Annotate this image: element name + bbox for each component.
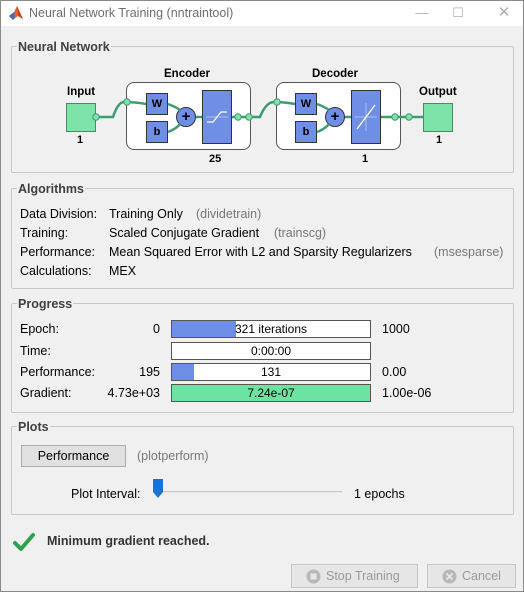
- performance-algo-value: Mean Squared Error with L2 and Sparsity …: [109, 245, 412, 259]
- data-division-value: Training Only: [109, 207, 183, 221]
- epoch-start: 0: [153, 322, 160, 336]
- performance-algo-label: Performance:: [20, 245, 96, 259]
- calculations-value: MEX: [109, 264, 137, 278]
- matlab-logo-icon: [9, 6, 23, 20]
- neural-network-panel: Neural Network Input 1 Encoder W b + 25 …: [11, 40, 514, 173]
- epoch-current: 321 iterations: [234, 322, 308, 336]
- performance-plot-fn: (plotperform): [137, 449, 209, 463]
- window-title: Neural Network Training (nntraintool): [29, 6, 234, 20]
- cancel-icon: [442, 569, 457, 584]
- cancel-label: Cancel: [462, 569, 501, 583]
- training-window: Neural Network Training (nntraintool) — …: [0, 0, 524, 592]
- algorithms-panel: Algorithms Data Division: Training Only …: [11, 182, 514, 289]
- plot-interval-label: Plot Interval:: [71, 487, 141, 501]
- calculations-label: Calculations:: [20, 264, 92, 278]
- performance-start: 195: [139, 365, 160, 379]
- performance-end: 0.00: [382, 365, 407, 379]
- training-label: Training:: [20, 226, 69, 240]
- performance-label: Performance:: [20, 365, 96, 379]
- epoch-end: 1000: [382, 322, 410, 336]
- gradient-start: 4.73e+03: [107, 386, 160, 400]
- stop-icon: [306, 569, 321, 584]
- data-division-fn: (dividetrain): [196, 207, 262, 221]
- time-current: 0:00:00: [250, 344, 292, 358]
- progress-section-title: Progress: [17, 297, 74, 311]
- gradient-end: 1.00e-06: [382, 386, 432, 400]
- data-division-label: Data Division:: [20, 207, 98, 221]
- stop-training-label: Stop Training: [326, 569, 400, 583]
- algorithms-section-title: Algorithms: [17, 182, 85, 196]
- close-icon[interactable]: ✕: [494, 4, 514, 22]
- performance-current: 131: [260, 365, 282, 379]
- progress-panel: Progress Epoch: 0 321 iterations 1000 Ti…: [11, 297, 514, 413]
- plots-section-title: Plots: [17, 420, 50, 434]
- plot-interval-slider-thumb[interactable]: [153, 479, 163, 498]
- training-value: Scaled Conjugate Gradient: [109, 226, 260, 240]
- stop-training-button[interactable]: Stop Training: [291, 564, 418, 588]
- minimize-icon[interactable]: —: [412, 4, 432, 22]
- checkmark-icon: [13, 533, 35, 551]
- gradient-label: Gradient:: [20, 386, 72, 400]
- title-bar: Neural Network Training (nntraintool) — …: [1, 1, 523, 26]
- gradient-bar: 7.24e-07: [171, 384, 371, 402]
- status-message: Minimum gradient reached.: [47, 534, 210, 548]
- gradient-current: 7.24e-07: [247, 386, 295, 400]
- plot-interval-value: 1 epochs: [354, 487, 405, 501]
- epoch-bar: 321 iterations: [171, 320, 371, 338]
- training-fn: (trainscg): [274, 226, 327, 240]
- time-bar: 0:00:00: [171, 342, 371, 360]
- performance-algo-fn: (msesparse): [434, 245, 504, 259]
- plot-interval-slider[interactable]: [156, 491, 342, 493]
- maximize-icon[interactable]: ☐: [448, 4, 468, 22]
- performance-bar: 131: [171, 363, 371, 381]
- network-connectors: [92, 98, 423, 134]
- plots-panel: Plots Performance (plotperform) Plot Int…: [11, 420, 514, 515]
- epoch-label: Epoch:: [20, 322, 59, 336]
- time-label: Time:: [20, 344, 51, 358]
- cancel-button[interactable]: Cancel: [427, 564, 516, 588]
- performance-plot-button[interactable]: Performance: [21, 445, 126, 467]
